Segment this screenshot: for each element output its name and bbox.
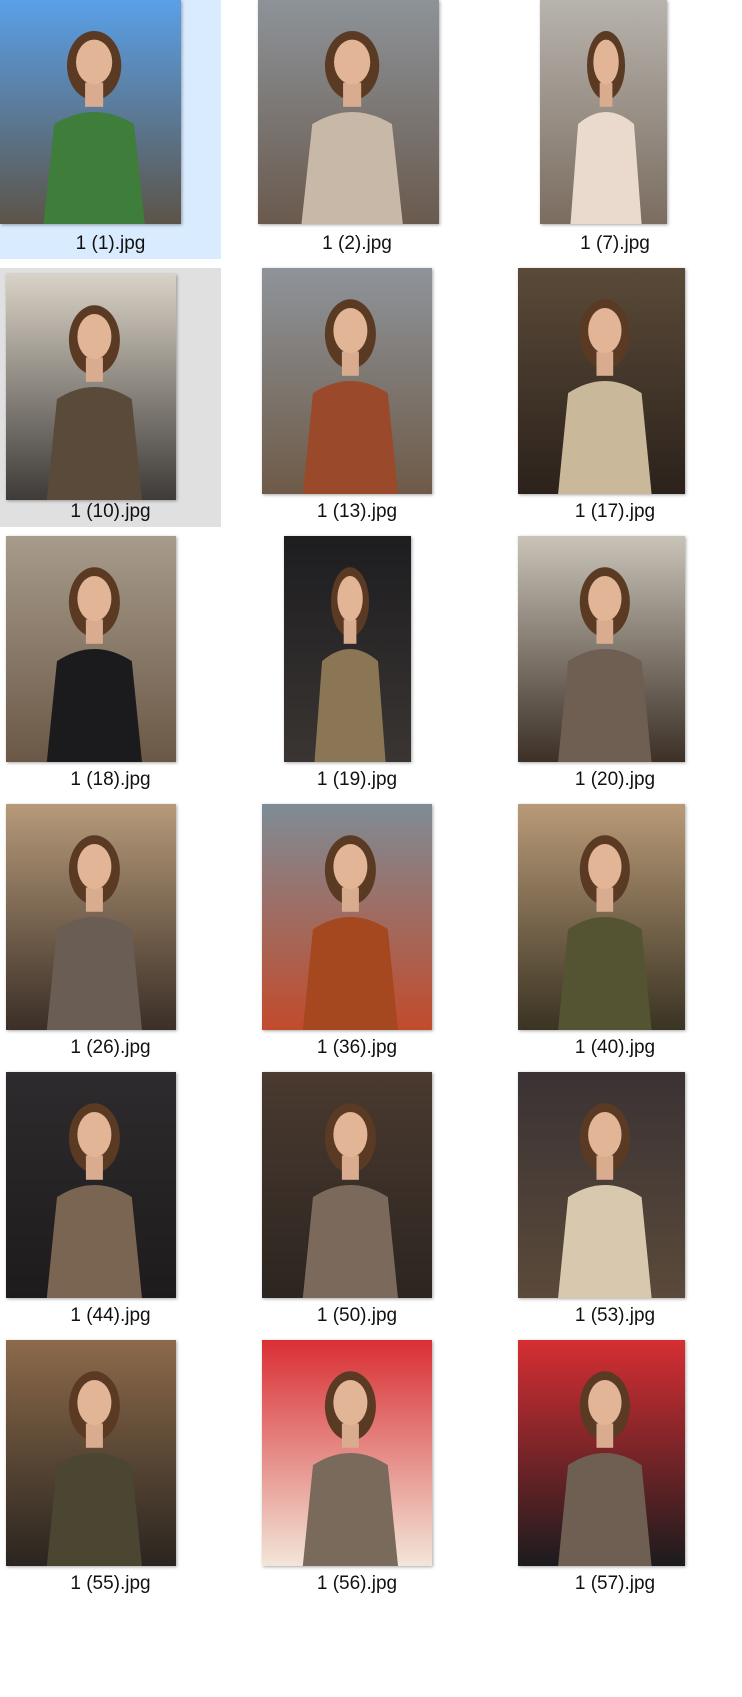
photo-icon xyxy=(6,804,176,1030)
photo-icon xyxy=(0,0,181,224)
file-name-label: 1 (50).jpg xyxy=(316,1305,398,1326)
image-thumbnail[interactable] xyxy=(6,1340,176,1566)
image-thumbnail[interactable] xyxy=(262,1340,432,1566)
image-thumbnail[interactable] xyxy=(6,536,176,762)
file-name-label: 1 (10).jpg xyxy=(70,501,151,522)
image-thumbnail[interactable] xyxy=(6,274,176,500)
file-item[interactable]: 1 (13).jpg xyxy=(238,268,476,527)
image-thumbnail[interactable] xyxy=(262,1072,432,1298)
image-thumbnail[interactable] xyxy=(518,536,685,762)
image-thumbnail[interactable] xyxy=(258,0,439,224)
file-name-label: 1 (2).jpg xyxy=(322,233,392,254)
file-item[interactable]: 1 (56).jpg xyxy=(238,1340,476,1599)
image-thumbnail[interactable] xyxy=(518,804,685,1030)
file-name-label: 1 (56).jpg xyxy=(316,1573,398,1594)
file-name-label: 1 (17).jpg xyxy=(574,501,656,522)
image-thumbnail[interactable] xyxy=(0,0,181,224)
file-name-label: 1 (40).jpg xyxy=(574,1037,656,1058)
file-item[interactable]: 1 (1).jpg xyxy=(0,0,221,259)
photo-icon xyxy=(6,274,176,500)
file-name-label: 1 (20).jpg xyxy=(574,769,656,790)
file-name-label: 1 (26).jpg xyxy=(70,1037,151,1058)
photo-icon xyxy=(262,1340,432,1566)
image-thumbnail[interactable] xyxy=(262,804,432,1030)
photo-icon xyxy=(518,1340,685,1566)
image-thumbnail[interactable] xyxy=(284,536,411,762)
file-item[interactable]: 1 (20).jpg xyxy=(496,536,734,795)
file-name-label: 1 (7).jpg xyxy=(580,233,650,254)
photo-icon xyxy=(518,268,685,494)
file-item[interactable]: 1 (50).jpg xyxy=(238,1072,476,1331)
photo-icon xyxy=(262,268,432,494)
photo-icon xyxy=(6,1340,176,1566)
file-name-label: 1 (57).jpg xyxy=(574,1573,656,1594)
file-item[interactable]: 1 (57).jpg xyxy=(496,1340,734,1599)
file-name-label: 1 (19).jpg xyxy=(316,769,398,790)
file-name-label: 1 (36).jpg xyxy=(316,1037,398,1058)
file-item[interactable]: 1 (10).jpg xyxy=(0,268,221,527)
photo-icon xyxy=(262,804,432,1030)
file-thumbnail-grid: 1 (1).jpg 1 (2).jpg 1 (7).jpg 1 (10).jpg 1 (… xyxy=(0,0,742,1697)
image-thumbnail[interactable] xyxy=(518,268,685,494)
file-item[interactable]: 1 (18).jpg xyxy=(0,536,221,795)
photo-icon xyxy=(518,804,685,1030)
photo-icon xyxy=(284,536,411,762)
image-thumbnail[interactable] xyxy=(6,1072,176,1298)
file-item[interactable]: 1 (44).jpg xyxy=(0,1072,221,1331)
file-item[interactable]: 1 (40).jpg xyxy=(496,804,734,1063)
file-item[interactable]: 1 (17).jpg xyxy=(496,268,734,527)
file-name-label: 1 (13).jpg xyxy=(316,501,398,522)
file-name-label: 1 (53).jpg xyxy=(574,1305,656,1326)
image-thumbnail[interactable] xyxy=(262,268,432,494)
photo-icon xyxy=(518,1072,685,1298)
file-name-label: 1 (44).jpg xyxy=(70,1305,151,1326)
photo-icon xyxy=(6,1072,176,1298)
file-name-label: 1 (1).jpg xyxy=(75,233,146,254)
photo-icon xyxy=(262,1072,432,1298)
photo-icon xyxy=(258,0,439,224)
photo-icon xyxy=(540,0,667,224)
file-name-label: 1 (18).jpg xyxy=(70,769,151,790)
file-item[interactable]: 1 (26).jpg xyxy=(0,804,221,1063)
image-thumbnail[interactable] xyxy=(6,804,176,1030)
file-item[interactable]: 1 (53).jpg xyxy=(496,1072,734,1331)
image-thumbnail[interactable] xyxy=(540,0,667,224)
file-item[interactable]: 1 (7).jpg xyxy=(496,0,734,259)
file-name-label: 1 (55).jpg xyxy=(70,1573,151,1594)
file-item[interactable]: 1 (55).jpg xyxy=(0,1340,221,1599)
image-thumbnail[interactable] xyxy=(518,1072,685,1298)
file-item[interactable]: 1 (36).jpg xyxy=(238,804,476,1063)
image-thumbnail[interactable] xyxy=(518,1340,685,1566)
file-item[interactable]: 1 (2).jpg xyxy=(238,0,476,259)
photo-icon xyxy=(6,536,176,762)
photo-icon xyxy=(518,536,685,762)
file-item[interactable]: 1 (19).jpg xyxy=(238,536,476,795)
